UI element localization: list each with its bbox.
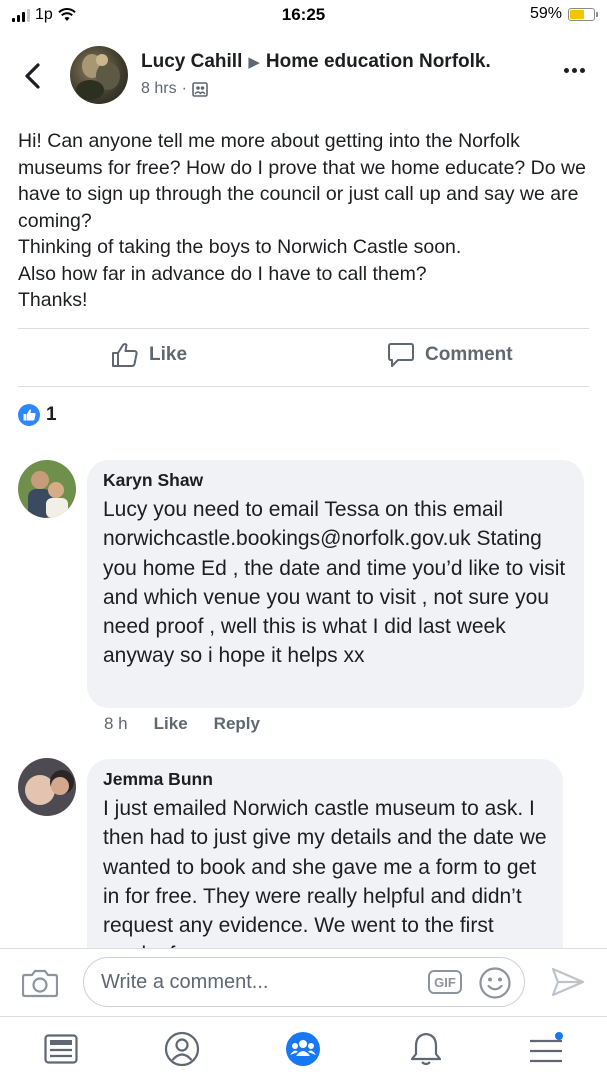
comment-bubble[interactable]: Jemma Bunn I just emailed Norwich castle… xyxy=(87,759,563,948)
divider xyxy=(18,386,589,387)
comment-label: Comment xyxy=(425,344,513,365)
menu-badge xyxy=(555,1032,563,1040)
comment-like-button[interactable]: Like xyxy=(154,714,188,734)
back-icon[interactable] xyxy=(22,62,44,90)
author-photo xyxy=(76,54,120,100)
divider xyxy=(18,328,589,329)
thumbs-up-small-icon xyxy=(23,409,36,421)
bell-glyph xyxy=(410,1032,442,1066)
news-feed-icon[interactable] xyxy=(43,1031,79,1067)
thumbs-up-icon xyxy=(112,343,138,367)
battery-group: 59% xyxy=(529,5,598,23)
camera-icon[interactable] xyxy=(22,968,58,998)
battery-fill xyxy=(570,9,584,19)
groups-icon[interactable] xyxy=(285,1031,321,1067)
post-header: Lucy Cahill ▶ Home education Norfolk. 8 hr… xyxy=(0,44,607,108)
hamburger-glyph xyxy=(530,1032,563,1063)
like-button[interactable]: Like xyxy=(111,342,187,368)
post-time[interactable]: 8 hrs xyxy=(141,80,177,98)
bottom-navigation xyxy=(0,1016,607,1080)
send-icon[interactable] xyxy=(551,967,585,997)
battery-icon xyxy=(568,7,598,21)
reaction-summary[interactable]: 1 xyxy=(18,404,57,426)
groups-glyph xyxy=(286,1032,320,1066)
post-action-bar: Like Comment xyxy=(0,330,607,386)
status-bar: 1p 16:25 59% xyxy=(0,0,607,32)
reaction-count: 1 xyxy=(46,404,57,425)
group-name[interactable]: Home education Norfolk. xyxy=(266,51,491,72)
profile-icon[interactable] xyxy=(164,1031,200,1067)
post-title: Lucy Cahill ▶ Home education Norfolk. xyxy=(141,51,491,73)
group-privacy-icon xyxy=(192,81,208,97)
comment-text: I just emailed Norwich castle museum to … xyxy=(103,797,547,948)
notifications-icon[interactable] xyxy=(408,1031,444,1067)
post-body: Hi! Can anyone tell me more about gettin… xyxy=(18,130,586,311)
comment-button[interactable]: Comment xyxy=(387,342,513,368)
comment-composer: Write a comment... GIF xyxy=(0,948,607,1016)
emoji-icon[interactable] xyxy=(478,966,512,1000)
comment-input[interactable]: Write a comment... GIF xyxy=(83,957,525,1007)
meta-separator: · xyxy=(181,80,187,97)
comment-text: Lucy you need to email Tessa on this ema… xyxy=(103,498,566,668)
commenter-photo xyxy=(18,758,76,816)
triangle-right-icon: ▶ xyxy=(248,54,260,71)
comment-actions: 8 h Like Reply xyxy=(104,714,260,734)
gif-button[interactable]: GIF xyxy=(428,970,462,994)
commenter-photo xyxy=(18,460,76,518)
comment: Jemma Bunn I just emailed Norwich castle… xyxy=(0,758,607,948)
comment-bubble[interactable]: Karyn Shaw Lucy you need to email Tessa … xyxy=(87,460,584,708)
more-options-icon[interactable] xyxy=(564,68,585,73)
comment-time[interactable]: 8 h xyxy=(104,714,128,734)
commenter-name[interactable]: Karyn Shaw xyxy=(103,470,568,491)
comment-reply-button[interactable]: Reply xyxy=(214,714,260,734)
profile-glyph xyxy=(164,1031,200,1067)
commenter-avatar[interactable] xyxy=(18,460,76,518)
author-avatar[interactable] xyxy=(70,46,128,104)
menu-icon[interactable] xyxy=(528,1031,564,1067)
like-reaction-icon xyxy=(18,404,40,426)
comment-bubble-icon xyxy=(388,343,414,367)
battery-percent: 59% xyxy=(529,5,562,22)
like-label: Like xyxy=(149,344,188,365)
commenter-name[interactable]: Jemma Bunn xyxy=(103,769,547,790)
commenter-avatar[interactable] xyxy=(18,758,76,816)
post-meta: 8 hrs · xyxy=(141,80,208,98)
news-feed-glyph xyxy=(44,1034,78,1064)
comment-placeholder: Write a comment... xyxy=(101,970,269,993)
author-name[interactable]: Lucy Cahill xyxy=(141,51,242,72)
clock: 16:25 xyxy=(281,5,326,24)
